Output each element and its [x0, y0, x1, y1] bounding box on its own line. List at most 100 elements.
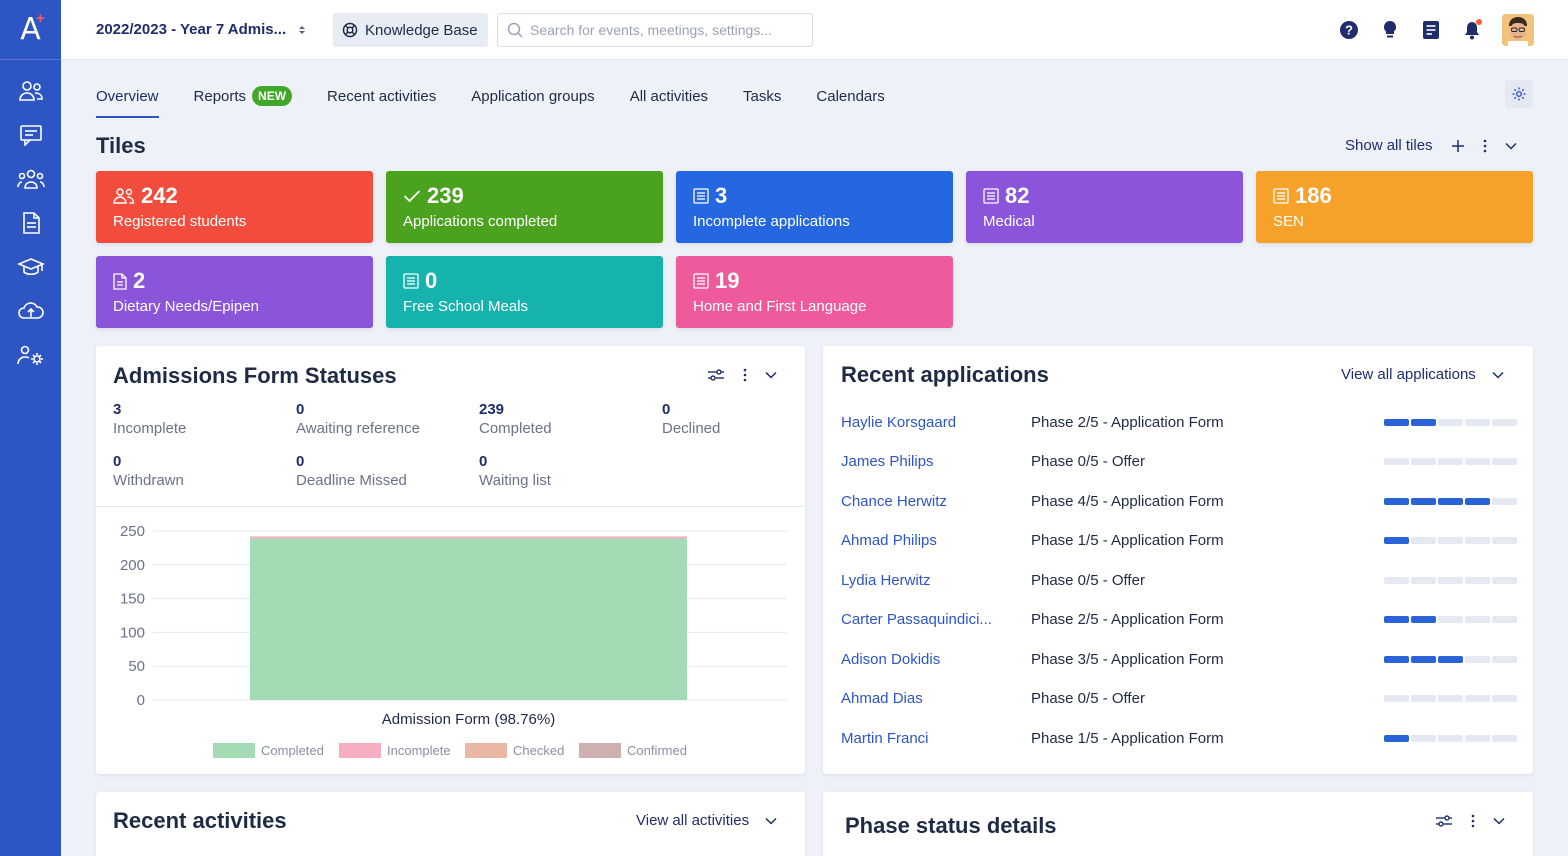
- applicant-name-link[interactable]: Chance Herwitz: [841, 493, 1031, 510]
- progress-segment: [1438, 616, 1463, 623]
- applicant-name-link[interactable]: Carter Passaquindici...: [841, 611, 1031, 628]
- view-all-activities-link[interactable]: View all activities: [636, 812, 749, 829]
- cloud-upload-nav-icon[interactable]: [0, 289, 61, 333]
- tab-reports[interactable]: Reports NEW: [194, 84, 293, 118]
- phase-progress-bar: [1384, 655, 1517, 663]
- tile-label: Free School Meals: [403, 298, 529, 315]
- sidebar: A +: [0, 0, 61, 856]
- legend-label: Completed: [261, 743, 324, 758]
- dashboard-settings-button[interactable]: [1505, 80, 1533, 108]
- tab-overview-label: Overview: [96, 87, 159, 105]
- phase-status-panel: Phase status details: [823, 792, 1533, 856]
- tab-overview[interactable]: Overview: [96, 84, 159, 118]
- applicant-name-link[interactable]: Martin Franci: [841, 730, 1031, 747]
- filter-sliders-icon[interactable]: [707, 368, 725, 382]
- progress-segment: [1438, 418, 1463, 426]
- chevron-down-icon[interactable]: [765, 371, 777, 379]
- legend-swatch: [339, 743, 381, 758]
- tab-calendars[interactable]: Calendars: [816, 84, 884, 118]
- tile-applications-completed[interactable]: 239 Applications completed: [386, 171, 663, 243]
- applicant-name-link[interactable]: James Philips: [841, 453, 1031, 470]
- admissions-title: Admissions Form Statuses: [113, 363, 397, 388]
- list-item: Lydia Herwitz Phase 0/5 - Offer: [841, 570, 1517, 590]
- applicant-name-link[interactable]: Lydia Herwitz: [841, 572, 1031, 589]
- search-box[interactable]: [497, 13, 813, 47]
- more-vertical-icon[interactable]: [1483, 139, 1487, 153]
- avatar[interactable]: [1502, 14, 1534, 46]
- tab-recent-activities[interactable]: Recent activities: [327, 84, 436, 118]
- lightbulb-icon[interactable]: [1379, 19, 1401, 41]
- tile-free-school-meals[interactable]: 0 Free School Meals: [386, 256, 663, 328]
- tile-incomplete-applications[interactable]: 3 Incomplete applications: [676, 171, 953, 243]
- chevron-down-icon[interactable]: [1493, 817, 1505, 825]
- chevron-down-icon[interactable]: [1492, 371, 1504, 379]
- stat-value: 3: [113, 401, 122, 418]
- more-vertical-icon[interactable]: [1471, 814, 1475, 828]
- view-all-applications-link[interactable]: View all applications: [1341, 366, 1476, 383]
- stat-value: 0: [662, 401, 671, 418]
- applicant-phase: Phase 3/5 - Application Form: [1030, 650, 1224, 668]
- new-badge: NEW: [252, 86, 293, 106]
- stat-label: Awaiting reference: [296, 420, 420, 437]
- progress-segment: [1438, 576, 1463, 584]
- phase-progress-bar: [1384, 497, 1517, 505]
- applicant-name-link[interactable]: Ahmad Philips: [841, 532, 1031, 549]
- knowledge-base-button[interactable]: Knowledge Base: [333, 13, 488, 47]
- tab-tasks[interactable]: Tasks: [743, 84, 781, 118]
- year-selector[interactable]: 2022/2023 - Year 7 Admis...: [96, 21, 306, 38]
- messages-nav-icon[interactable]: [0, 113, 61, 157]
- documents-nav-icon[interactable]: [0, 201, 61, 245]
- bell-icon[interactable]: [1461, 19, 1483, 41]
- tile-dietary-needs-epipen[interactable]: 2 Dietary Needs/Epipen: [96, 256, 373, 328]
- tab-all-activities[interactable]: All activities: [630, 84, 708, 118]
- progress-segment: [1438, 537, 1463, 544]
- tile-sen[interactable]: 186 SEN: [1256, 171, 1533, 243]
- chevron-down-icon[interactable]: [765, 817, 777, 825]
- phase-progress-bar: [1384, 458, 1517, 465]
- user-settings-nav-icon[interactable]: [0, 333, 61, 377]
- knowledge-base-label: Knowledge Base: [365, 21, 478, 39]
- tile-medical[interactable]: 82 Medical: [966, 171, 1243, 243]
- search-input[interactable]: [530, 22, 800, 38]
- help-icon[interactable]: ?: [1338, 19, 1360, 41]
- notes-icon[interactable]: [1420, 19, 1442, 41]
- y-tick-label: 50: [128, 658, 145, 675]
- students-nav-icon[interactable]: [0, 69, 61, 113]
- chevron-down-icon[interactable]: [1505, 142, 1517, 150]
- plus-icon[interactable]: [1451, 139, 1465, 153]
- tile-label: Incomplete applications: [693, 213, 850, 230]
- progress-segment: [1438, 497, 1463, 505]
- progress-segment: [1492, 655, 1517, 663]
- svg-text:?: ?: [1345, 23, 1353, 38]
- tile-number: 0: [425, 268, 438, 293]
- list-icon: [693, 188, 709, 204]
- applicant-name-link[interactable]: Adison Dokidis: [841, 651, 1031, 668]
- stat-label: Declined: [662, 420, 721, 437]
- groups-nav-icon[interactable]: [0, 157, 61, 201]
- stat-label: Withdrawn: [113, 472, 184, 489]
- progress-segment: [1438, 695, 1463, 702]
- lifebuoy-icon: [342, 22, 358, 38]
- status-stats: 3 Incomplete 0 Awaiting reference 239 Compl…: [113, 401, 802, 489]
- applicant-phase: Phase 0/5 - Offer: [1030, 690, 1145, 707]
- app-logo[interactable]: A +: [0, 0, 61, 60]
- list-item: Chance Herwitz Phase 4/5 - Application Fo…: [841, 491, 1517, 511]
- applicant-name-link[interactable]: Haylie Korsgaard: [841, 414, 1031, 431]
- progress-segment: [1384, 418, 1409, 426]
- tile-registered-students[interactable]: 242 Registered students: [96, 171, 373, 243]
- legend-label: Confirmed: [627, 743, 687, 758]
- x-category-label: Admission Form (98.76%): [382, 711, 555, 728]
- graduation-nav-icon[interactable]: [0, 245, 61, 289]
- more-vertical-icon[interactable]: [743, 368, 747, 382]
- stat-item: 3 Incomplete: [113, 401, 296, 437]
- applicant-name-link[interactable]: Ahmad Dias: [841, 690, 1031, 707]
- tab-application-groups[interactable]: Application groups: [471, 84, 594, 118]
- tile-home-and-first-language[interactable]: 19 Home and First Language: [676, 256, 953, 328]
- tile-label: Applications completed: [403, 213, 558, 230]
- show-all-tiles-link[interactable]: Show all tiles: [1345, 137, 1433, 154]
- progress-segment: [1465, 537, 1490, 544]
- tile-label: SEN: [1273, 213, 1304, 230]
- y-tick-label: 100: [120, 624, 145, 641]
- applicant-phase: Phase 1/5 - Application Form: [1030, 729, 1224, 747]
- filter-sliders-icon[interactable]: [1435, 814, 1453, 828]
